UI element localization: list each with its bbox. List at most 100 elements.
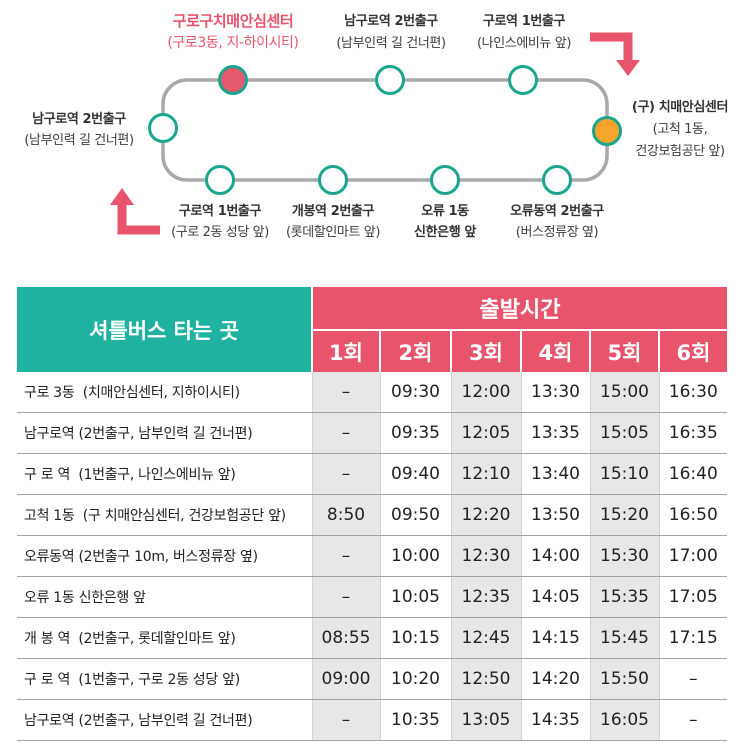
run-header-3: 3회 [450,330,521,372]
run-header-1: 1회 [312,330,380,372]
run-header-5: 5회 [589,330,659,372]
time-run-5: 15:05 [589,412,659,454]
route-loop-line [161,78,609,182]
time-run-5: 15:00 [589,372,659,413]
time-run-2: 10:20 [379,658,451,700]
time-run-1: – [311,699,380,741]
stop-label-bottom-2: 개봉역 2번출구 (롯데할인마트 앞) [277,201,389,243]
stop-detail: (남부인력 길 건너편) [336,36,446,51]
stop-name: 오류 1동 [421,204,469,219]
direction-arrow-bottom-left [117,203,160,235]
timetable-row: 개 봉 역 (2번출구, 롯데할인마트 앞) 08:55 10:15 12:45… [17,617,728,659]
stop-label-bottom-1: 구로역 1번출구 (구로 2동 성당 앞) [164,201,276,243]
timetable-row: 구 로 역 (1번출구, 나인스에비뉴 앞) – 09:40 12:10 13:… [17,453,728,495]
time-run-4: 13:50 [520,494,590,536]
stop-marker-bottom-1 [205,165,235,195]
time-run-1: 8:50 [311,494,380,536]
time-run-2: 10:35 [379,699,451,741]
stop-detail: 건강보험공단 앞) [635,144,725,159]
time-run-6: 16:30 [658,372,728,413]
time-run-5: 16:05 [589,699,659,741]
time-run-5: 15:30 [589,535,659,577]
shuttle-timetable: 셔틀버스 타는 곳 출발시간 1회 2회 3회 4회 5회 6회 구로 3동 (… [17,287,728,741]
time-run-3: 12:50 [450,658,521,700]
time-run-1: 08:55 [311,617,380,659]
timetable-row: 남구로역 (2번출구, 남부인력 길 건너편) – 09:35 12:05 13… [17,412,728,454]
time-run-3: 12:35 [450,576,521,618]
stop-column-header: 셔틀버스 타는 곳 [17,287,313,372]
stop-name: 오류동역 2번출구 [510,204,604,219]
time-run-1: – [311,453,380,495]
time-run-5: 15:50 [589,658,659,700]
time-run-2: 09:30 [379,372,451,413]
time-run-4: 13:30 [520,372,590,413]
timetable-row: 남구로역 (2번출구, 남부인력 길 건너편) – 10:35 13:05 14… [17,699,728,741]
timetable-row: 오류 1동 신한은행 앞 – 10:05 12:35 14:05 15:35 1… [17,576,728,618]
time-run-6: 17:00 [658,535,728,577]
time-run-2: 10:00 [379,535,451,577]
time-run-2: 10:15 [379,617,451,659]
header-row-1: 셔틀버스 타는 곳 출발시간 [17,287,728,372]
time-run-6: 16:35 [658,412,728,454]
direction-arrow-top-right-head [616,60,640,76]
stop-label-top-3: 구로역 1번출구 (나인스에비뉴 앞) [464,11,584,55]
time-run-4: 13:40 [520,453,590,495]
stop-marker-start [218,65,248,95]
time-run-1: – [311,535,380,577]
time-run-6: – [658,658,728,700]
stop-detail: (남부인력 길 건너편) [24,133,134,148]
stop-marker-top-2 [375,65,405,95]
timetable-row: 구 로 역 (1번출구, 구로 2동 성당 앞) 09:00 10:20 12:… [17,658,728,700]
time-run-5: 15:35 [589,576,659,618]
stop-marker-left [148,113,178,143]
stop-name: 오류 1동 신한은행 앞 [17,576,312,618]
stop-label-top-2: 남구로역 2번출구 (남부인력 길 건너편) [321,11,461,55]
stop-name: 오류동역 (2번출구 10m, 버스정류장 옆) [17,535,312,577]
time-run-6: 16:50 [658,494,728,536]
time-run-3: 13:05 [450,699,521,741]
time-run-1: – [311,412,380,454]
time-run-5: 15:10 [589,453,659,495]
stop-marker-bottom-2 [318,165,348,195]
stop-marker-bottom-3 [430,165,460,195]
route-map: 구로구치매안심센터 (구로3동, 지-하이시티) 남구로역 2번출구 (남부인력… [0,0,742,262]
stop-label-start: 구로구치매안심센터 (구로3동, 지-하이시티) [148,10,318,54]
stop-detail: (나인스에비뉴 앞) [477,36,571,51]
stop-name: 남구로역 (2번출구, 남부인력 길 건너편) [17,412,312,454]
time-run-2: 09:40 [379,453,451,495]
stop-name: 구로역 1번출구 [178,204,262,219]
timetable-row: 고척 1동 (구 치매안심센터, 건강보험공단 앞) 8:50 09:50 12… [17,494,728,536]
time-run-6: 17:15 [658,617,728,659]
direction-arrow-top-right [590,32,633,62]
stop-name: (구) 치매안심센터 [631,100,729,115]
time-run-4: 14:20 [520,658,590,700]
time-run-2: 09:50 [379,494,451,536]
time-run-6: 17:05 [658,576,728,618]
stop-detail: (고척 1동, [652,122,708,137]
stop-name: 구로역 1번출구 [482,14,566,29]
stop-name: 구 로 역 (1번출구, 구로 2동 성당 앞) [17,658,312,700]
run-header-6: 6회 [657,330,728,372]
time-run-3: 12:05 [450,412,521,454]
stop-name: 개봉역 2번출구 [291,204,375,219]
run-header-2: 2회 [379,330,451,372]
timetable-row: 구로 3동 (치매안심센터, 지하이시티) – 09:30 12:00 13:3… [17,372,728,413]
stop-name: 고척 1동 (구 치매안심센터, 건강보험공단 앞) [17,494,312,536]
time-run-4: 13:35 [520,412,590,454]
stop-name: 개 봉 역 (2번출구, 롯데할인마트 앞) [17,617,312,659]
stop-detail: (구로 2동 성당 앞) [171,225,269,240]
timetable-row: 오류동역 (2번출구 10m, 버스정류장 옆) – 10:00 12:30 1… [17,535,728,577]
stop-name: 남구로역 2번출구 [32,112,126,127]
stop-label-left: 남구로역 2번출구 (남부인력 길 건너편) [14,109,144,151]
time-run-5: 15:20 [589,494,659,536]
time-run-6: 16:40 [658,453,728,495]
time-run-3: 12:45 [450,617,521,659]
time-run-3: 12:20 [450,494,521,536]
stop-marker-right [592,116,622,146]
direction-arrow-bottom-left-head [110,188,134,205]
stop-detail: 신한은행 앞 [414,225,476,240]
time-run-4: 14:15 [520,617,590,659]
stop-detail: (롯데할인마트 앞) [286,225,380,240]
time-run-2: 10:05 [379,576,451,618]
time-run-4: 14:00 [520,535,590,577]
